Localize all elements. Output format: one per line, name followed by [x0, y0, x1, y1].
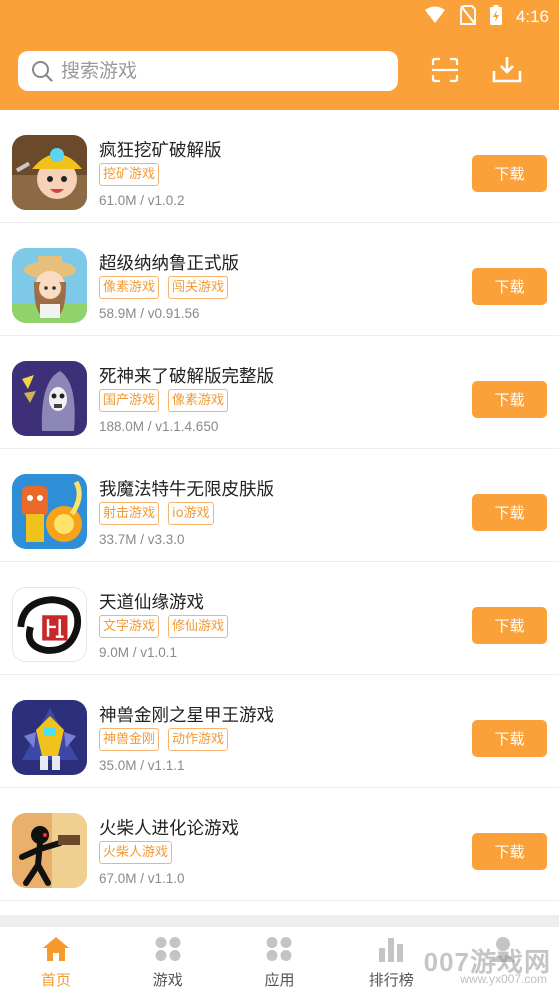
- list-item[interactable]: 神兽金刚之星甲王游戏 神兽金刚 动作游戏 35.0M / v1.1.1 下载: [0, 675, 559, 788]
- tag-list: 国产游戏 像素游戏: [99, 389, 229, 412]
- game-size-version: 33.7M / v3.3.0: [99, 532, 185, 547]
- search-icon: [31, 60, 53, 82]
- list-item[interactable]: 我魔法特牛无限皮肤版 射击游戏 io游戏 33.7M / v3.3.0 下载: [0, 449, 559, 562]
- tag-list: 像素游戏 闯关游戏: [99, 276, 229, 299]
- no-sim-icon: [459, 5, 476, 29]
- list-item[interactable]: 疯狂挖矿破解版 挖矿游戏 61.0M / v1.0.2 下载: [0, 110, 559, 223]
- nav-divider: [0, 915, 559, 927]
- game-icon-tiandao[interactable]: [12, 587, 87, 662]
- tag-list: 文字游戏 修仙游戏: [99, 615, 229, 638]
- download-button[interactable]: 下载: [472, 720, 547, 757]
- download-button[interactable]: 下载: [472, 494, 547, 531]
- download-button[interactable]: 下载: [472, 381, 547, 418]
- tag-badge[interactable]: 火柴人游戏: [99, 841, 173, 864]
- list-item[interactable]: 死神来了破解版完整版 国产游戏 像素游戏 188.0M / v1.1.4.650…: [0, 336, 559, 449]
- search-input[interactable]: [61, 60, 361, 82]
- game-size-version: 188.0M / v1.1.4.650: [99, 419, 219, 434]
- nav-apps[interactable]: 应用: [224, 927, 336, 994]
- status-icons: 4:16: [424, 5, 549, 29]
- nav-label: 应用: [264, 971, 295, 989]
- game-size-version: 35.0M / v1.1.1: [99, 758, 185, 773]
- game-name[interactable]: 天道仙缘游戏: [99, 589, 204, 614]
- watermark-url: www.yx007.com: [460, 972, 547, 986]
- download-icon: [492, 56, 522, 88]
- status-bar: 4:16: [0, 0, 559, 34]
- wifi-icon: [424, 6, 446, 28]
- battery-charging-icon: [489, 5, 502, 29]
- game-icon-magic[interactable]: [12, 474, 87, 549]
- game-name[interactable]: 我魔法特牛无限皮肤版: [99, 476, 274, 501]
- tag-badge[interactable]: 国产游戏: [99, 389, 160, 412]
- game-icon-nanaru[interactable]: [12, 248, 87, 323]
- tag-badge[interactable]: 闯关游戏: [168, 276, 229, 299]
- tag-badge[interactable]: 像素游戏: [99, 276, 160, 299]
- list-item[interactable]: 天道仙缘游戏 文字游戏 修仙游戏 9.0M / v1.0.1 下载: [0, 562, 559, 675]
- nav-games[interactable]: 游戏: [112, 927, 224, 994]
- game-grid-icon: [153, 935, 183, 963]
- game-size-version: 67.0M / v1.1.0: [99, 871, 185, 886]
- nav-label: 游戏: [152, 971, 183, 989]
- game-size-version: 9.0M / v1.0.1: [99, 645, 178, 660]
- game-name[interactable]: 疯狂挖矿破解版: [99, 137, 222, 162]
- tag-list: 火柴人游戏: [99, 841, 173, 864]
- list-item[interactable]: 火柴人进化论游戏 火柴人游戏 67.0M / v1.1.0 下载: [0, 788, 559, 901]
- tag-list: 挖矿游戏: [99, 163, 160, 186]
- tag-badge[interactable]: 射击游戏: [99, 502, 160, 525]
- game-icon-mining[interactable]: [12, 135, 87, 210]
- tag-list: 神兽金刚 动作游戏: [99, 728, 229, 751]
- tag-badge[interactable]: 动作游戏: [168, 728, 229, 751]
- game-name[interactable]: 死神来了破解版完整版: [99, 363, 274, 388]
- game-size-version: 61.0M / v1.0.2: [99, 193, 185, 208]
- download-button[interactable]: 下载: [472, 155, 547, 192]
- tag-badge[interactable]: 像素游戏: [168, 389, 229, 412]
- list-item[interactable]: 超级纳纳鲁正式版 像素游戏 闯关游戏 58.9M / v0.91.56 下载: [0, 223, 559, 336]
- game-name[interactable]: 超级纳纳鲁正式版: [99, 250, 239, 275]
- status-time: 4:16: [515, 7, 549, 26]
- game-list: 疯狂挖矿破解版 挖矿游戏 61.0M / v1.0.2 下载 超级纳纳鲁正式版 …: [0, 110, 559, 901]
- app-grid-icon: [264, 935, 294, 963]
- game-icon-robot[interactable]: [12, 700, 87, 775]
- game-icon-stickman[interactable]: [12, 813, 87, 888]
- download-manager-button[interactable]: [487, 53, 527, 91]
- home-icon: [41, 935, 71, 963]
- tag-badge[interactable]: 挖矿游戏: [99, 163, 160, 186]
- download-button[interactable]: 下载: [472, 268, 547, 305]
- search-box[interactable]: [18, 51, 398, 91]
- download-button[interactable]: 下载: [472, 607, 547, 644]
- tag-badge[interactable]: 修仙游戏: [168, 615, 229, 638]
- nav-home[interactable]: 首页: [0, 927, 112, 994]
- download-button[interactable]: 下载: [472, 833, 547, 870]
- tag-badge[interactable]: 文字游戏: [99, 615, 160, 638]
- ranking-icon: [376, 935, 406, 963]
- tag-list: 射击游戏 io游戏: [99, 502, 214, 525]
- nav-label: 首页: [40, 971, 71, 989]
- game-name[interactable]: 神兽金刚之星甲王游戏: [99, 702, 274, 727]
- game-icon-death[interactable]: [12, 361, 87, 436]
- game-size-version: 58.9M / v0.91.56: [99, 306, 200, 321]
- game-name[interactable]: 火柴人进化论游戏: [99, 815, 239, 840]
- header-bar: [0, 34, 559, 110]
- tag-badge[interactable]: io游戏: [168, 502, 214, 525]
- scan-icon: [431, 57, 459, 87]
- tag-badge[interactable]: 神兽金刚: [99, 728, 160, 751]
- scan-button[interactable]: [425, 53, 465, 91]
